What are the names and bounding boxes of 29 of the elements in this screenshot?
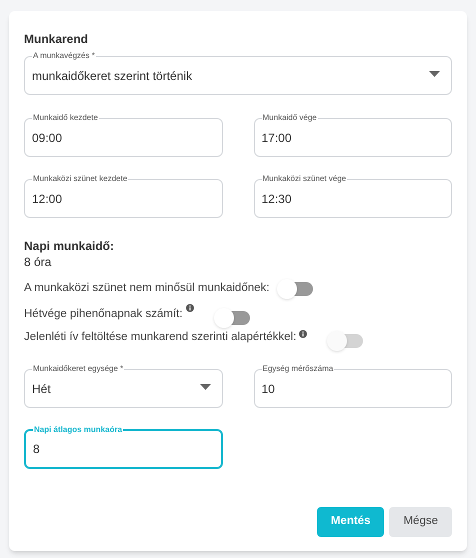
- toggle-switch[interactable]: [277, 279, 314, 299]
- input-field[interactable]: Munkaidő vége 17:00: [254, 113, 452, 157]
- cancel-button[interactable]: Mégse: [389, 507, 452, 537]
- field-label: Munkaidőkeret egysége *: [32, 364, 124, 374]
- field-label: Egység mérőszáma: [262, 364, 334, 374]
- input-field[interactable]: Munkaidő kezdete 09:00: [24, 113, 222, 157]
- summary-value: 8 óra: [24, 254, 52, 270]
- select-field[interactable]: A munkavégzés * munkaidőkeret szerint történik: [24, 51, 452, 95]
- input-field[interactable]: Napi átlagos munkaóra 8: [24, 425, 222, 469]
- select-field[interactable]: Munkaidőkeret egysége * Hét: [24, 364, 222, 408]
- section-title: Munkarend: [24, 31, 88, 47]
- switch-label: Jelenléti ív feltöltése munkarend szerinti alapértékkel:: [24, 330, 296, 346]
- field-label: Munkaidő kezdete: [32, 113, 99, 123]
- field-label: Munkaközi szünet kezdete: [32, 174, 128, 184]
- summary-label: Napi munkaidő:: [24, 238, 114, 254]
- info-icon[interactable]: [186, 304, 194, 312]
- dropdown-caret-icon[interactable]: [200, 384, 210, 390]
- dropdown-caret-icon[interactable]: [429, 70, 440, 76]
- switch-label: Hétvége pihenőnapnak számít:: [24, 307, 183, 322]
- input-field[interactable]: Munkaközi szünet kezdete 12:00: [24, 174, 222, 218]
- field-label: Napi átlagos munkaóra: [33, 425, 124, 435]
- toggle-switch[interactable]: [214, 308, 250, 328]
- field-label: Munkaközi szünet vége: [262, 174, 348, 184]
- switch-label: A munkaközi szünet nem minősül munkaidőnek:: [24, 281, 270, 296]
- info-icon[interactable]: [299, 330, 308, 338]
- input-field[interactable]: Egység mérőszáma 10: [254, 364, 452, 408]
- input-field[interactable]: Munkaközi szünet vége 12:30: [254, 174, 452, 218]
- field-label: Munkaidő vége: [262, 113, 318, 123]
- field-label: A munkavégzés *: [32, 51, 96, 61]
